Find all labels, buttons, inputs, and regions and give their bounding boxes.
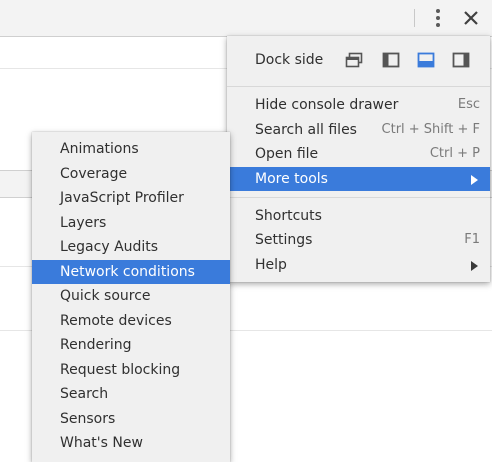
submenu-item-quick-source[interactable]: Quick source	[32, 284, 230, 308]
menu-item-open-file[interactable]: Open file Ctrl + P	[227, 142, 490, 166]
menu-item-hide-console-drawer[interactable]: Hide console drawer Esc	[227, 93, 490, 117]
submenu-item-rendering[interactable]: Rendering	[32, 333, 230, 357]
submenu-item-label: Coverage	[60, 166, 128, 182]
submenu-item-network-conditions[interactable]: Network conditions	[32, 260, 230, 284]
menu-separator	[227, 86, 490, 87]
submenu-item-coverage[interactable]: Coverage	[32, 162, 230, 186]
submenu-item-label: JavaScript Profiler	[60, 190, 184, 206]
submenu-item-request-blocking[interactable]: Request blocking	[32, 358, 230, 382]
submenu-item-label: Sensors	[60, 411, 116, 427]
customize-devtools-menu: Dock side Hide console drawer Esc Search	[227, 36, 490, 282]
submenu-item-label: Animations	[60, 141, 139, 157]
dock-side-label: Dock side	[255, 52, 324, 68]
dock-right-icon[interactable]	[452, 52, 470, 68]
menu-item-label: Open file	[255, 146, 319, 162]
menu-item-label: Settings	[255, 232, 313, 248]
submenu-item-label: Rendering	[60, 337, 132, 353]
submenu-item-sensors[interactable]: Sensors	[32, 407, 230, 431]
submenu-item-layers[interactable]: Layers	[32, 211, 230, 235]
submenu-item-search[interactable]: Search	[32, 382, 230, 406]
menu-item-shortcut: Ctrl + P	[429, 146, 480, 161]
submenu-item-label: Remote devices	[60, 313, 172, 329]
submenu-item-remote-devices[interactable]: Remote devices	[32, 309, 230, 333]
menu-item-search-all-files[interactable]: Search all files Ctrl + Shift + F	[227, 118, 490, 142]
submenu-item-label: Network conditions	[60, 264, 195, 280]
submenu-item-animations[interactable]: Animations	[32, 137, 230, 161]
menu-item-shortcut: Ctrl + Shift + F	[381, 122, 480, 137]
undock-icon[interactable]	[345, 52, 363, 68]
devtools-toolbar	[0, 0, 492, 37]
dock-left-icon[interactable]	[382, 52, 400, 68]
close-icon[interactable]	[460, 7, 482, 29]
menu-separator	[227, 197, 490, 198]
menu-item-label: Help	[255, 257, 287, 273]
submenu-item-label: Search	[60, 386, 109, 402]
dock-bottom-icon[interactable]	[417, 52, 435, 68]
more-tools-submenu: Animations Coverage JavaScript Profiler …	[32, 132, 230, 462]
customize-menu-kebab-icon[interactable]	[428, 7, 448, 29]
submenu-item-label: Quick source	[60, 288, 151, 304]
menu-item-shortcut: F1	[464, 232, 480, 247]
submenu-item-label: Request blocking	[60, 362, 181, 378]
menu-item-label: Search all files	[255, 122, 357, 138]
submenu-arrow-icon	[471, 175, 478, 185]
menu-item-label: More tools	[255, 171, 328, 187]
submenu-item-label: Layers	[60, 215, 107, 231]
menu-item-label: Hide console drawer	[255, 97, 399, 113]
submenu-item-whats-new[interactable]: What's New	[32, 431, 230, 455]
submenu-item-javascript-profiler[interactable]: JavaScript Profiler	[32, 186, 230, 210]
submenu-item-legacy-audits[interactable]: Legacy Audits	[32, 235, 230, 259]
menu-item-shortcut: Esc	[457, 97, 480, 112]
menu-item-settings[interactable]: Settings F1	[227, 228, 490, 252]
submenu-arrow-icon	[471, 261, 478, 271]
submenu-item-label: What's New	[60, 435, 143, 451]
menu-item-label: Shortcuts	[255, 208, 322, 224]
menu-item-shortcuts[interactable]: Shortcuts	[227, 204, 490, 228]
menu-item-help[interactable]: Help	[227, 253, 490, 277]
toolbar-divider	[414, 9, 415, 27]
menu-item-more-tools[interactable]: More tools	[227, 167, 490, 191]
submenu-item-label: Legacy Audits	[60, 239, 159, 255]
